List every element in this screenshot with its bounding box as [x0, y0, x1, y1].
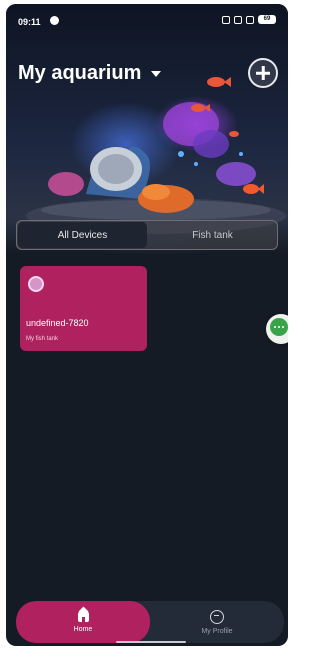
caret-down-icon — [151, 70, 162, 77]
tab-label: Fish tank — [192, 229, 233, 241]
app-screen: 09:11 69 My aquarium All Devices Fish ta… — [6, 4, 288, 646]
wifi-icon — [246, 15, 254, 24]
nav-my-profile[interactable]: My Profile — [150, 601, 284, 643]
status-time: 09:11 — [18, 17, 41, 27]
page-title: My aquarium — [18, 62, 142, 84]
tab-label: All Devices — [57, 229, 108, 241]
add-device-button[interactable] — [248, 58, 278, 88]
chat-icon — [270, 318, 288, 336]
aquarium-hero-image — [6, 4, 288, 254]
device-tabs: All Devices Fish tank — [16, 220, 278, 250]
device-icon — [28, 276, 44, 292]
nav-label-home: Home — [73, 625, 93, 633]
device-card[interactable]: undefined-7820 My fish tank — [20, 266, 147, 351]
tab-all-devices[interactable]: All Devices — [18, 222, 147, 248]
home-icon — [77, 611, 89, 622]
status-icons: 69 — [222, 15, 276, 24]
battery-icon: 69 — [258, 15, 276, 24]
nav-label-profile: My Profile — [201, 627, 233, 635]
device-location: My fish tank — [26, 336, 59, 342]
coral-reef-illustration — [26, 77, 286, 234]
gesture-bar[interactable] — [116, 641, 186, 643]
profile-icon — [210, 609, 224, 624]
aquarium-selector[interactable]: My aquarium — [18, 62, 162, 85]
signal-icon — [234, 15, 242, 24]
tab-fish-tank[interactable]: Fish tank — [148, 221, 277, 249]
device-name: undefined-7820 — [26, 318, 89, 328]
nav-home[interactable]: Home — [16, 601, 150, 643]
chat-support-button[interactable] — [266, 314, 288, 344]
mute-icon — [222, 15, 230, 24]
status-bar: 09:11 69 — [6, 4, 288, 36]
notification-icon — [50, 16, 59, 25]
bottom-navigation: Home My Profile — [16, 601, 284, 643]
